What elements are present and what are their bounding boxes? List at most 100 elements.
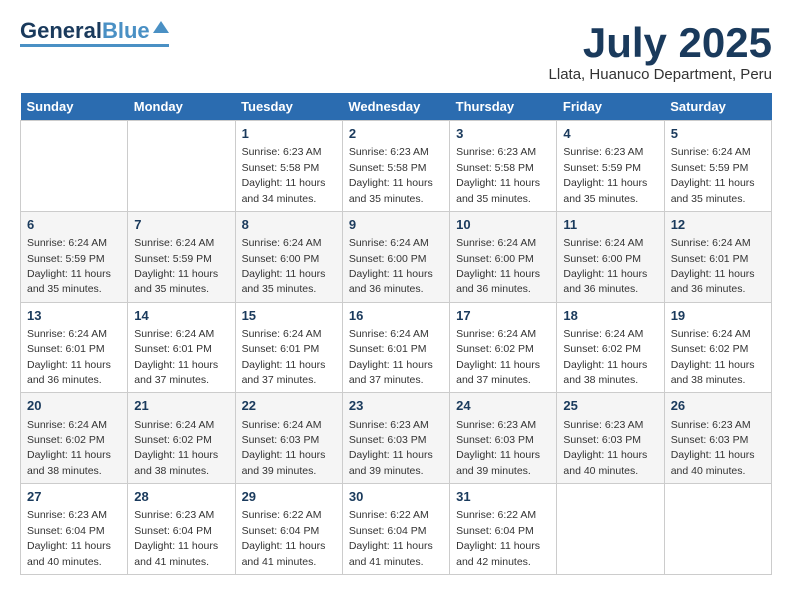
day-number: 31: [456, 488, 550, 506]
day-sunrise: Sunrise: 6:23 AM: [456, 419, 536, 431]
table-row: 2 Sunrise: 6:23 AM Sunset: 5:58 PM Daylight…: [342, 121, 449, 212]
day-number: 29: [242, 488, 336, 506]
day-number: 28: [134, 488, 228, 506]
day-daylight: Daylight: 11 hours and 40 minutes.: [27, 540, 111, 567]
table-row: 7Sunrise: 6:24 AMSunset: 5:59 PMDaylight…: [128, 211, 235, 302]
table-row: [128, 121, 235, 212]
table-row: 1Sunrise: 6:23 AMSunset: 5:58 PMDaylight…: [235, 121, 342, 212]
day-number: 7: [134, 216, 228, 234]
day-sunset: Sunset: 6:03 PM: [456, 434, 534, 446]
day-daylight: Daylight: 11 hours and 35 minutes.: [349, 177, 433, 204]
day-sunrise: Sunrise: 6:24 AM: [671, 146, 751, 158]
table-row: 26Sunrise: 6:23 AMSunset: 6:03 PMDayligh…: [664, 393, 771, 484]
table-row: 4 Sunrise: 6:23 AM Sunset: 5:59 PM Daylight…: [557, 121, 664, 212]
day-sunrise: Sunrise: 6:24 AM: [349, 237, 429, 249]
day-daylight: Daylight: 11 hours and 42 minutes.: [456, 540, 540, 567]
day-sunrise: Sunrise: 6:24 AM: [134, 237, 214, 249]
day-sunset: Sunset: 6:01 PM: [242, 343, 320, 355]
table-row: 13Sunrise: 6:24 AMSunset: 6:01 PMDayligh…: [21, 302, 128, 393]
calendar-week-row: 6 Sunrise: 6:24 AM Sunset: 5:59 PM Daylight…: [21, 211, 772, 302]
day-sunrise: Sunrise: 6:24 AM: [134, 419, 214, 431]
day-sunset: Sunset: 6:01 PM: [671, 253, 749, 265]
day-number: 11: [563, 216, 657, 234]
day-daylight: Daylight: 11 hours and 36 minutes.: [27, 359, 111, 386]
table-row: 17Sunrise: 6:24 AMSunset: 6:02 PMDayligh…: [450, 302, 557, 393]
day-daylight: Daylight: 11 hours and 41 minutes.: [242, 540, 326, 567]
day-number: 2: [349, 125, 443, 143]
day-sunrise: Sunrise: 6:23 AM: [349, 146, 429, 158]
table-row: 3Sunrise: 6:23 AMSunset: 5:58 PMDaylight…: [450, 121, 557, 212]
day-sunset: Sunset: 5:59 PM: [134, 253, 212, 265]
col-saturday: Saturday: [664, 93, 771, 121]
day-sunset: Sunset: 6:00 PM: [563, 253, 641, 265]
day-sunset: Sunset: 6:04 PM: [456, 525, 534, 537]
day-sunrise: Sunrise: 6:24 AM: [27, 419, 107, 431]
day-sunrise: Sunrise: 6:24 AM: [242, 419, 322, 431]
day-sunrise: Sunrise: 6:23 AM: [563, 146, 643, 158]
table-row: 11 Sunrise: 6:24 AM Sunset: 6:00 PM Dayligh…: [557, 211, 664, 302]
day-sunrise: Sunrise: 6:23 AM: [563, 419, 643, 431]
table-row: 15Sunrise: 6:24 AMSunset: 6:01 PMDayligh…: [235, 302, 342, 393]
table-row: 18Sunrise: 6:24 AMSunset: 6:02 PMDayligh…: [557, 302, 664, 393]
day-sunrise: Sunrise: 6:24 AM: [242, 328, 322, 340]
day-sunset: Sunset: 6:02 PM: [563, 343, 641, 355]
day-sunrise: Sunrise: 6:23 AM: [242, 146, 322, 158]
day-daylight: Daylight: 11 hours and 36 minutes.: [349, 268, 433, 295]
day-sunset: Sunset: 6:00 PM: [456, 253, 534, 265]
day-number: 4: [563, 125, 657, 143]
col-wednesday: Wednesday: [342, 93, 449, 121]
day-number: 23: [349, 397, 443, 415]
day-daylight: Daylight: 11 hours and 35 minutes.: [671, 177, 755, 204]
day-sunset: Sunset: 6:03 PM: [671, 434, 749, 446]
day-number: 13: [27, 307, 121, 325]
day-number: 5: [671, 125, 765, 143]
day-sunrise: Sunrise: 6:23 AM: [349, 419, 429, 431]
day-daylight: Daylight: 11 hours and 41 minutes.: [349, 540, 433, 567]
day-daylight: Daylight: 11 hours and 39 minutes.: [456, 449, 540, 476]
day-sunrise: Sunrise: 6:24 AM: [456, 237, 536, 249]
table-row: 16Sunrise: 6:24 AMSunset: 6:01 PMDayligh…: [342, 302, 449, 393]
page-header: GeneralBlue July 2025 Llata, Huanuco Dep…: [20, 20, 772, 83]
day-sunrise: Sunrise: 6:24 AM: [27, 237, 107, 249]
day-sunrise: Sunrise: 6:24 AM: [349, 328, 429, 340]
day-sunset: Sunset: 5:59 PM: [27, 253, 105, 265]
table-row: 23Sunrise: 6:23 AMSunset: 6:03 PMDayligh…: [342, 393, 449, 484]
day-daylight: Daylight: 11 hours and 35 minutes.: [563, 177, 647, 204]
table-row: 25Sunrise: 6:23 AMSunset: 6:03 PMDayligh…: [557, 393, 664, 484]
table-row: 12Sunrise: 6:24 AMSunset: 6:01 PMDayligh…: [664, 211, 771, 302]
day-number: 6: [27, 216, 121, 234]
day-daylight: Daylight: 11 hours and 34 minutes.: [242, 177, 326, 204]
day-number: 21: [134, 397, 228, 415]
day-number: 27: [27, 488, 121, 506]
calendar-table: Sunday Monday Tuesday Wednesday Thursday…: [20, 93, 772, 575]
month-title: July 2025: [549, 20, 772, 66]
calendar-week-row: 27Sunrise: 6:23 AMSunset: 6:04 PMDayligh…: [21, 484, 772, 575]
table-row: 19Sunrise: 6:24 AMSunset: 6:02 PMDayligh…: [664, 302, 771, 393]
table-row: 10Sunrise: 6:24 AMSunset: 6:00 PMDayligh…: [450, 211, 557, 302]
day-sunset: Sunset: 6:00 PM: [349, 253, 427, 265]
day-daylight: Daylight: 11 hours and 35 minutes.: [27, 268, 111, 295]
day-sunset: Sunset: 5:58 PM: [349, 162, 427, 174]
day-daylight: Daylight: 11 hours and 39 minutes.: [349, 449, 433, 476]
day-sunset: Sunset: 6:01 PM: [134, 343, 212, 355]
day-sunrise: Sunrise: 6:24 AM: [27, 328, 107, 340]
table-row: 14Sunrise: 6:24 AMSunset: 6:01 PMDayligh…: [128, 302, 235, 393]
day-sunrise: Sunrise: 6:23 AM: [671, 419, 751, 431]
day-sunrise: Sunrise: 6:22 AM: [242, 509, 322, 521]
table-row: 5Sunrise: 6:24 AMSunset: 5:59 PMDaylight…: [664, 121, 771, 212]
day-number: 17: [456, 307, 550, 325]
day-sunset: Sunset: 6:04 PM: [27, 525, 105, 537]
day-sunset: Sunset: 5:58 PM: [456, 162, 534, 174]
day-sunset: Sunset: 6:00 PM: [242, 253, 320, 265]
day-sunrise: Sunrise: 6:24 AM: [563, 237, 643, 249]
table-row: 27Sunrise: 6:23 AMSunset: 6:04 PMDayligh…: [21, 484, 128, 575]
day-number: 30: [349, 488, 443, 506]
day-sunset: Sunset: 6:02 PM: [671, 343, 749, 355]
day-sunset: Sunset: 5:59 PM: [563, 162, 641, 174]
day-daylight: Daylight: 11 hours and 36 minutes.: [563, 268, 647, 295]
logo-triangle-icon: [153, 19, 169, 40]
day-daylight: Daylight: 11 hours and 38 minutes.: [563, 359, 647, 386]
logo-text: GeneralBlue: [20, 20, 150, 42]
col-friday: Friday: [557, 93, 664, 121]
day-number: 1: [242, 125, 336, 143]
